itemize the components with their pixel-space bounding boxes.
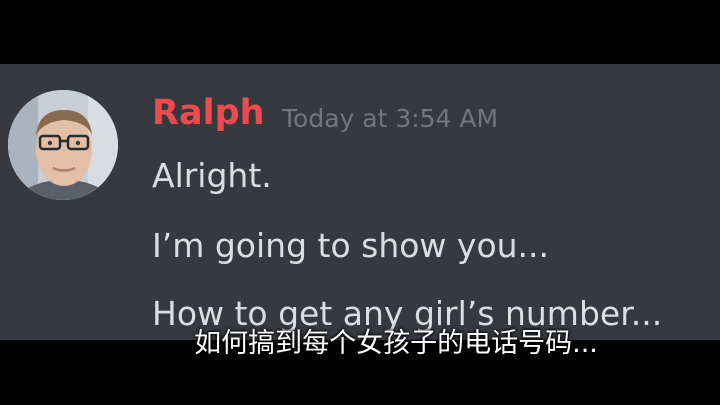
avatar-photo [8,90,118,200]
message-line: I’m going to show you... [152,226,550,265]
chat-message-panel: Ralph Today at 3:54 AM Alright. I’m goin… [0,64,720,340]
message-line: Alright. [152,156,272,195]
message-timestamp: Today at 3:54 AM [282,104,499,133]
video-subtitle: 如何搞到每个女孩子的电话号码... [194,328,598,359]
video-frame: Ralph Today at 3:54 AM Alright. I’m goin… [0,0,720,405]
author-name[interactable]: Ralph [152,96,265,131]
message-line: How to get any girl’s number... [152,294,663,333]
user-avatar[interactable] [8,90,118,200]
